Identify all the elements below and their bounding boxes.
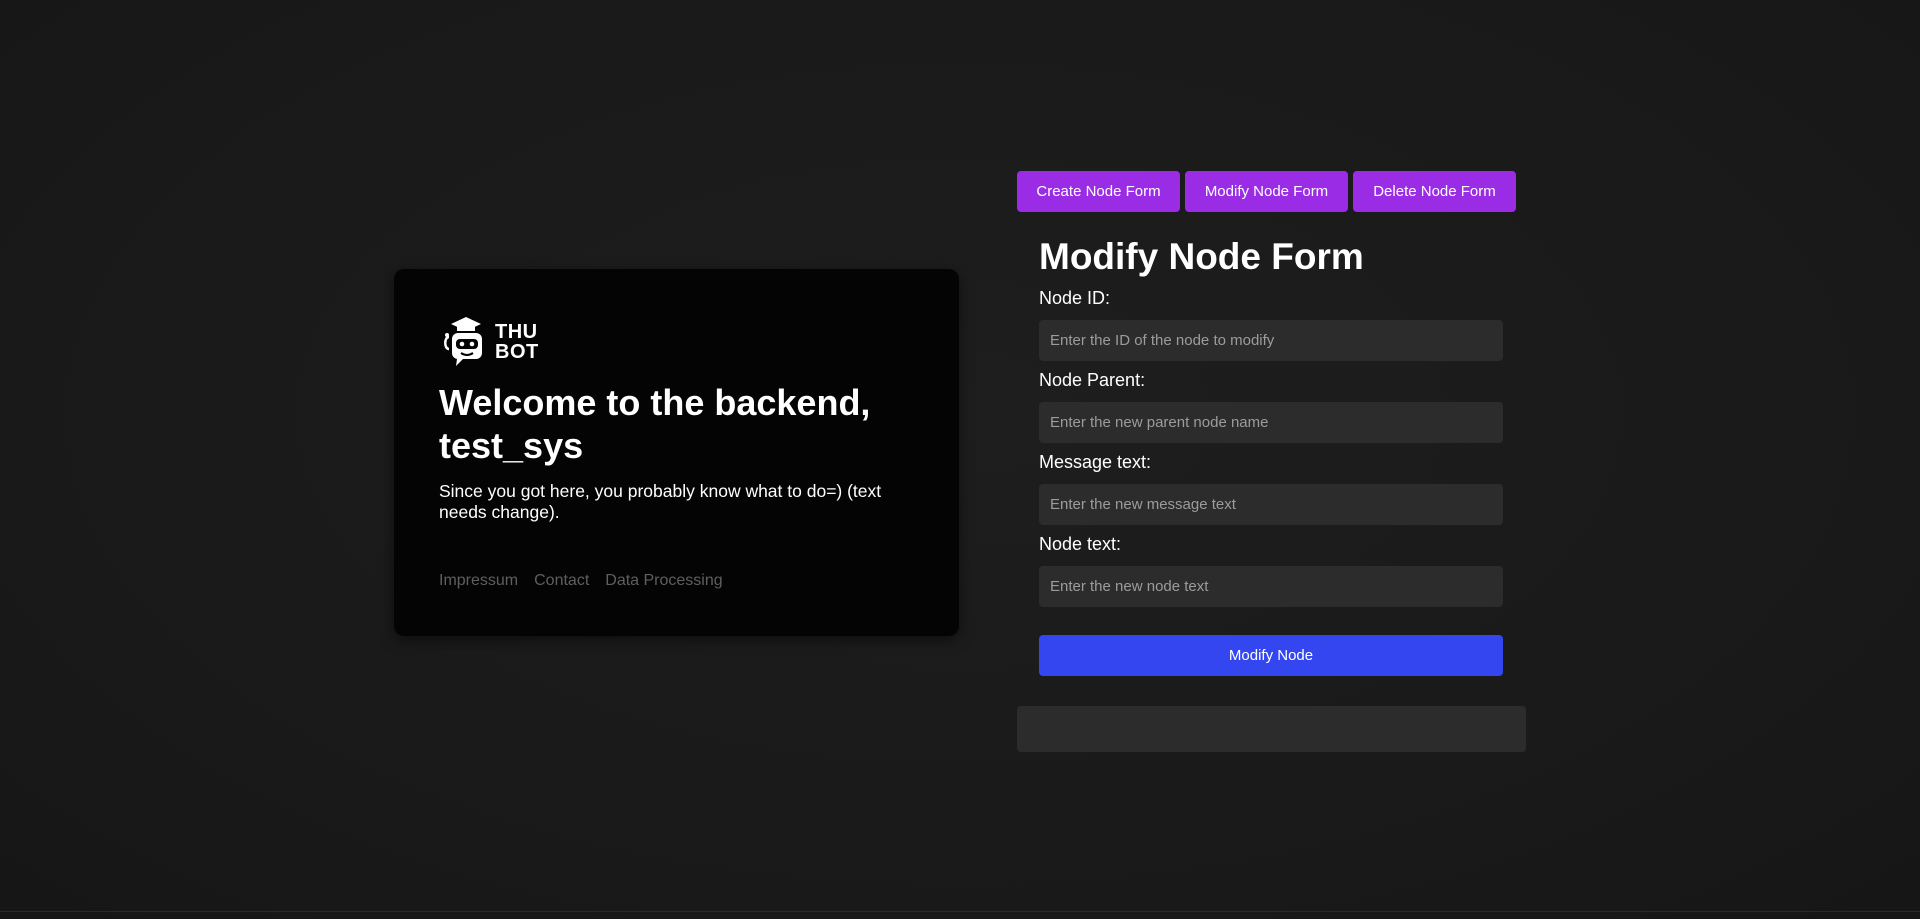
modify-node-button[interactable]: Modify Node — [1039, 635, 1503, 676]
node-id-label: Node ID: — [1039, 288, 1111, 308]
create-node-form-button[interactable]: Create Node Form — [1017, 171, 1180, 212]
impressum-link[interactable]: Impressum — [439, 572, 518, 590]
logo: THU BOT — [441, 314, 914, 370]
robot-logo-icon — [444, 317, 482, 366]
logo-line-1: THU — [495, 321, 538, 343]
welcome-title: Welcome to the backend, test_sys — [439, 382, 871, 466]
message-text-field-group: Message text: — [1039, 452, 1503, 525]
form-title: Modify Node Form — [1039, 236, 1364, 277]
divider — [0, 911, 1920, 912]
logo-text: THU BOT — [495, 322, 539, 362]
node-parent-field-group: Node Parent: — [1039, 370, 1503, 443]
node-text-input[interactable] — [1039, 566, 1503, 607]
page: THU BOT Welcome to the backend, test_sys… — [0, 0, 1920, 919]
node-text-field-group: Node text: — [1039, 534, 1503, 607]
message-text-label: Message text: — [1039, 452, 1152, 472]
message-text-input[interactable] — [1039, 484, 1503, 525]
node-text-label: Node text: — [1039, 534, 1122, 554]
node-parent-input[interactable] — [1039, 402, 1503, 443]
data-processing-link[interactable]: Data Processing — [605, 572, 722, 590]
welcome-card: THU BOT Welcome to the backend, test_sys… — [394, 269, 959, 636]
footer-links: Impressum Contact Data Processing — [439, 572, 723, 590]
delete-node-form-button[interactable]: Delete Node Form — [1353, 171, 1516, 212]
result-output-box — [1017, 706, 1526, 752]
welcome-text: Since you got here, you probably know wh… — [439, 481, 882, 522]
modify-node-form: Modify Node Form Node ID: Node Parent: M… — [1039, 232, 1503, 676]
logo-line-2: BOT — [495, 341, 539, 363]
modify-node-form-button[interactable]: Modify Node Form — [1185, 171, 1348, 212]
node-id-field-group: Node ID: — [1039, 288, 1503, 361]
node-parent-label: Node Parent: — [1039, 370, 1146, 390]
node-id-input[interactable] — [1039, 320, 1503, 361]
contact-link[interactable]: Contact — [534, 572, 589, 590]
form-tab-bar: Create Node Form Modify Node Form Delete… — [1017, 171, 1516, 212]
